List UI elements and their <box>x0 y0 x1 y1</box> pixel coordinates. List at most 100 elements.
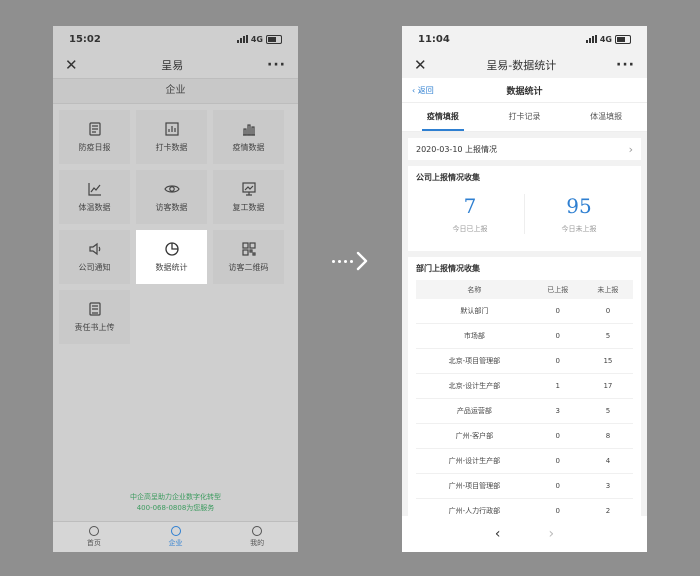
table-row: 默认部门 0 0 <box>416 299 633 324</box>
tile-epidemic-daily[interactable]: 防疫日报 <box>59 110 130 164</box>
tile-visitor-qr[interactable]: 访客二维码 <box>213 230 284 284</box>
table-header: 名称 已上报 未上报 <box>416 280 633 299</box>
table-row: 广州-设计生产部 0 4 <box>416 448 633 474</box>
tile-label: 防疫日报 <box>78 143 111 152</box>
presentation-chart-icon <box>241 181 257 197</box>
tab-epidemic-report[interactable]: 疫情填报 <box>402 103 484 131</box>
tile-label: 打卡数据 <box>155 143 188 152</box>
table-row: 广州-客户部 0 8 <box>416 423 633 449</box>
footer-note: 中企高呈助力企业数字化转型 400-068-0808为您服务 <box>53 492 298 514</box>
document-icon <box>87 301 103 317</box>
table-row: 北京-项目管理部 0 15 <box>416 348 633 374</box>
tile-label: 体温数据 <box>78 203 111 212</box>
close-icon[interactable]: ✕ <box>414 57 427 73</box>
footer-line-1: 中企高呈助力企业数字化转型 <box>130 493 221 501</box>
card-title: 部门上报情况收集 <box>416 264 480 273</box>
speaker-icon <box>87 241 103 257</box>
signal-icon <box>585 35 597 43</box>
tab-enterprise[interactable]: 企业 <box>135 522 217 552</box>
tile-data-statistics[interactable]: 数据统计 <box>136 230 207 284</box>
date-label: 2020-03-10 上报情况 <box>416 144 498 154</box>
enterprise-icon <box>170 526 181 536</box>
page-title: 呈易-数据统计 <box>486 59 557 72</box>
line-chart-icon <box>87 181 103 197</box>
transition-arrow-icon <box>332 250 372 272</box>
tab-strip: 疫情填报 打卡记录 体温填报 <box>402 102 647 132</box>
status-time: 11:04 <box>418 33 450 45</box>
tile-label: 公司通知 <box>78 263 111 272</box>
user-icon <box>252 526 263 536</box>
nav-bar: ✕ 呈易 ··· <box>53 52 298 78</box>
pager: ‹ › <box>402 516 647 552</box>
tile-label: 疫情数据 <box>232 143 265 152</box>
tile-label: 复工数据 <box>232 203 265 212</box>
tile-epidemic-data[interactable]: 疫情数据 <box>213 110 284 164</box>
signal-icon <box>236 35 248 43</box>
tab-label: 首页 <box>86 539 101 547</box>
tab-checkin-records[interactable]: 打卡记录 <box>484 103 566 131</box>
tab-label: 我的 <box>250 539 265 547</box>
battery-icon <box>615 34 631 44</box>
tile-resume-work-data[interactable]: 复工数据 <box>213 170 284 224</box>
qr-code-icon <box>241 241 257 257</box>
scroll-icon <box>87 121 103 137</box>
sub-nav: ‹ 返回 数据统计 <box>402 78 647 102</box>
stat-reported[interactable]: 7 今日已上报 <box>416 194 524 234</box>
tab-label: 企业 <box>168 539 183 547</box>
tile-label: 访客数据 <box>155 203 188 212</box>
bar-chart-icon <box>241 121 257 137</box>
feature-grid: 防疫日报 打卡数据 疫情数据 体温数据 访客数据 复工数据 公司通知 数据统计 <box>59 110 293 344</box>
stat-label: 今日未上报 <box>561 225 597 233</box>
stat-label: 今日已上报 <box>452 225 488 233</box>
sub-title: 数据统计 <box>506 86 543 97</box>
stat-value: 7 <box>463 194 477 218</box>
tile-checkin-data[interactable]: 打卡数据 <box>136 110 207 164</box>
table-row: 产品运营部 3 5 <box>416 398 633 424</box>
column-header: 未上报 <box>582 280 633 299</box>
tile-label: 访客二维码 <box>228 263 269 272</box>
column-header: 已上报 <box>532 280 583 299</box>
stat-value: 95 <box>566 194 592 218</box>
company-report-card: 公司上报情况收集 7 今日已上报 95 今日未上报 <box>408 166 641 251</box>
table-row: 市场部 0 5 <box>416 323 633 349</box>
tile-label: 数据统计 <box>155 263 188 272</box>
eye-icon <box>163 181 180 197</box>
back-button[interactable]: ‹ 返回 <box>412 85 434 96</box>
nav-bar: ✕ 呈易-数据统计 ··· <box>402 52 647 78</box>
stat-unreported[interactable]: 95 今日未上报 <box>524 194 633 234</box>
chevron-right-icon: › <box>628 142 633 156</box>
tile-responsibility-upload[interactable]: 责任书上传 <box>59 290 130 344</box>
network-label: 4G <box>599 34 612 44</box>
page-title: 呈易 <box>161 59 184 72</box>
date-selector[interactable]: 2020-03-10 上报情况 › <box>408 138 641 160</box>
tile-temperature-data[interactable]: 体温数据 <box>59 170 130 224</box>
department-report-card: 部门上报情况收集 名称 已上报 未上报 默认部门 0 0 市场部 0 5 北京-项目管理… <box>408 257 641 530</box>
status-time: 15:02 <box>69 33 101 45</box>
bar-chart-box-icon <box>164 121 180 137</box>
chevron-left-icon[interactable]: ‹ <box>495 526 501 542</box>
table-row: 广州-项目管理部 0 3 <box>416 473 633 499</box>
more-icon[interactable]: ··· <box>267 57 286 73</box>
home-icon <box>88 526 99 536</box>
chevron-right-icon[interactable]: › <box>549 526 555 542</box>
tab-home[interactable]: 首页 <box>53 522 135 552</box>
status-bar: 15:02 4G <box>53 26 298 52</box>
phone-screen-left: 15:02 4G ✕ 呈易 ··· 企业 防疫日报 打卡数据 疫情数据 体温数据 <box>53 26 298 552</box>
phone-screen-right: 11:04 4G ✕ 呈易-数据统计 ··· ‹ 返回 数据统计 疫情填报 打卡… <box>402 26 647 552</box>
pie-chart-icon <box>164 241 180 257</box>
battery-icon <box>266 34 282 44</box>
tab-temperature-report[interactable]: 体温填报 <box>565 103 647 131</box>
section-title: 企业 <box>53 78 298 104</box>
network-label: 4G <box>250 34 263 44</box>
table-row: 北京-设计生产部 1 17 <box>416 373 633 399</box>
tab-bar: 首页 企业 我的 <box>53 521 298 552</box>
more-icon[interactable]: ··· <box>616 57 635 73</box>
tab-mine[interactable]: 我的 <box>216 522 298 552</box>
department-table: 名称 已上报 未上报 默认部门 0 0 市场部 0 5 北京-项目管理部 0 15 北京-设… <box>416 280 633 524</box>
column-header: 名称 <box>416 280 533 299</box>
tile-label: 责任书上传 <box>74 323 115 332</box>
tile-company-notice[interactable]: 公司通知 <box>59 230 130 284</box>
close-icon[interactable]: ✕ <box>65 57 78 73</box>
status-bar: 11:04 4G <box>402 26 647 52</box>
tile-visitor-data[interactable]: 访客数据 <box>136 170 207 224</box>
